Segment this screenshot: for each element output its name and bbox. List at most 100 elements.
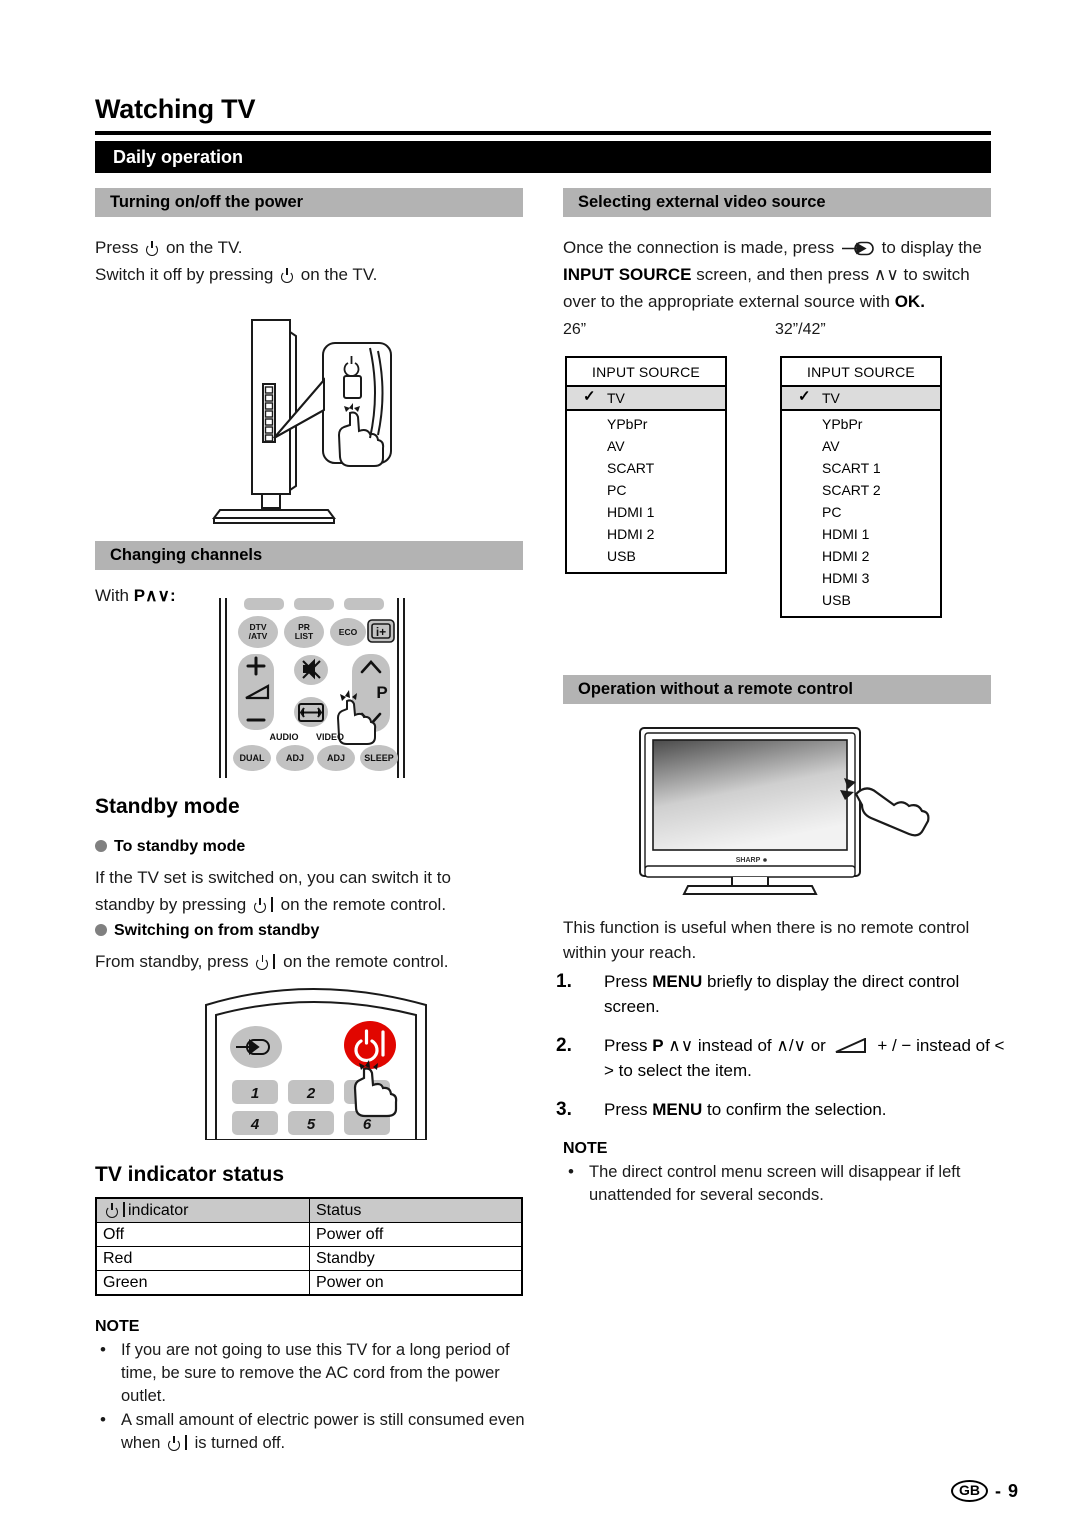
menu-item[interactable]: HDMI 3	[782, 567, 940, 589]
menu-item[interactable]: YPbPr	[567, 413, 725, 435]
svg-text:5: 5	[307, 1116, 316, 1133]
step-text-post: to select the item.	[618, 1061, 752, 1080]
input-source-menu-3242[interactable]: INPUT SOURCE ✓ TV YPbPr AV SCART 1 SCART …	[780, 356, 942, 618]
input-source-menu-title: INPUT SOURCE	[782, 358, 940, 387]
svg-text:2: 2	[306, 1085, 316, 1102]
indicator-value: Red	[95, 1246, 310, 1271]
svg-text:SHARP: SHARP	[736, 857, 761, 864]
power-icon	[105, 1202, 119, 1218]
bullet-dot-icon	[95, 840, 107, 852]
source-text-bold2: OK.	[894, 292, 925, 311]
step-text-pre: Press	[604, 972, 648, 991]
table-row: Green Power on	[95, 1270, 523, 1296]
menu-item-label: YPbPr	[607, 416, 648, 432]
input-source-menu-26[interactable]: INPUT SOURCE ✓ TV YPbPr AV SCART PC HDMI …	[565, 356, 727, 574]
menu-item[interactable]: HDMI 2	[782, 545, 940, 567]
menu-item[interactable]: SCART 2	[782, 479, 940, 501]
svg-text:1: 1	[251, 1085, 259, 1102]
check-icon: ✓	[798, 388, 811, 405]
remote-control-channel-illustration: DTV /ATV PR LIST ECO i+ P AUDIO VIDEO DU…	[212, 598, 412, 783]
power-line2-post: on the TV.	[300, 265, 378, 284]
title-rule	[95, 131, 991, 135]
menu-item[interactable]: PC	[567, 479, 725, 501]
menu-item[interactable]: AV	[567, 435, 725, 457]
power-icon	[253, 898, 267, 913]
svg-text:6: 6	[363, 1116, 372, 1133]
svg-text:ADJ: ADJ	[286, 753, 304, 763]
source-text-bold1: INPUT SOURCE	[563, 265, 692, 284]
menu-item-label: PC	[607, 482, 627, 498]
step-2: 2. Press P ∧∨ instead of ∧/∨ or + / − in…	[556, 1033, 1006, 1083]
menu-item[interactable]: AV	[782, 435, 940, 457]
source-text-part3: screen, and then press	[696, 265, 870, 284]
menu-size-label-26: 26”	[563, 321, 587, 338]
menu-item[interactable]: USB	[567, 545, 725, 572]
switching-on-standby-text: Switching on from standby	[114, 922, 320, 939]
step-number: 3.	[556, 1099, 572, 1120]
menu-item[interactable]: YPbPr	[782, 413, 940, 435]
step-text-post: to confirm the selection.	[707, 1100, 887, 1119]
table-header-row: indicator Status	[95, 1197, 523, 1223]
menu-item[interactable]: USB	[782, 589, 940, 616]
check-icon: ✓	[583, 388, 596, 405]
menu-item[interactable]: PC	[782, 501, 940, 523]
header-selecting-source: Selecting external video source	[563, 188, 991, 217]
menu-item[interactable]: HDMI 2	[567, 523, 725, 545]
note-item-pre: A small amount of electric power is stil…	[121, 1411, 525, 1452]
input-source-list-26: ✓ TV YPbPr AV SCART PC HDMI 1 HDMI 2 USB	[567, 387, 725, 572]
menu-item-label: USB	[607, 548, 636, 564]
header-selecting-source-label: Selecting external video source	[578, 193, 826, 211]
note-item: If you are not going to use this TV for …	[95, 1338, 525, 1408]
to-standby-mode-text: To standby mode	[114, 838, 246, 855]
no-remote-intro: This function is useful when there is no…	[563, 918, 970, 962]
remote-control-power-illustration: 1 2 4 5 6	[192, 975, 442, 1145]
step-mid3: instead of	[916, 1036, 990, 1055]
source-text-keys: ∧∨	[873, 265, 899, 284]
menu-item[interactable]: HDMI 1	[782, 523, 940, 545]
menu-item-tv-selected[interactable]: ✓ TV	[782, 387, 940, 411]
bullet-dot-icon	[95, 924, 107, 936]
svg-text:/ATV: /ATV	[249, 631, 268, 641]
svg-text:4: 4	[250, 1116, 260, 1133]
indicator-value: Green	[95, 1270, 310, 1296]
source-text-part1: Once the connection is made, press	[563, 238, 835, 257]
volume-icon	[835, 1036, 869, 1053]
note-list-right: The direct control menu screen will disa…	[563, 1160, 993, 1208]
switching-on-standby-body: From standby, press on the remote contro…	[95, 948, 515, 975]
section-band-label: Daily operation	[113, 147, 244, 167]
svg-text:i+: i+	[376, 625, 386, 639]
header-turning-power: Turning on/off the power	[95, 188, 523, 217]
power-line1-post: on the TV.	[165, 238, 243, 257]
menu-item[interactable]: SCART	[567, 457, 725, 479]
svg-text:VIDEO: VIDEO	[316, 732, 344, 742]
menu-item-label: HDMI 1	[822, 526, 870, 542]
power-icon	[255, 955, 269, 970]
page-number: 9	[1007, 1480, 1018, 1501]
menu-item-label: AV	[607, 438, 625, 454]
menu-item-label: HDMI 3	[822, 570, 870, 586]
header-operation-without-remote-label: Operation without a remote control	[578, 680, 854, 698]
column-header-status: Status	[309, 1197, 523, 1223]
switching-pre: From standby, press	[95, 952, 249, 971]
menu-item-label: SCART 2	[822, 482, 881, 498]
note-list-left: If you are not going to use this TV for …	[95, 1338, 525, 1456]
column-header-indicator: indicator	[95, 1197, 310, 1223]
bar-icon	[123, 1201, 125, 1217]
standby-mode-heading: Standby mode	[95, 795, 240, 818]
menu-item-tv-selected[interactable]: ✓ TV	[567, 387, 725, 411]
table-row: Off Power off	[95, 1222, 523, 1247]
to-standby-mode-body: If the TV set is switched on, you can sw…	[95, 864, 515, 918]
svg-text:LIST: LIST	[295, 631, 314, 641]
power-icon	[145, 241, 159, 256]
power-line2-pre: Switch it off by pressing	[95, 265, 274, 284]
step-keys-up-down: ∧∨	[668, 1036, 694, 1055]
to-standby-mode-label: To standby mode	[95, 838, 245, 856]
status-value: Power on	[309, 1270, 523, 1296]
menu-item[interactable]: HDMI 1	[567, 501, 725, 523]
menu-item[interactable]: SCART 1	[782, 457, 940, 479]
menu-item-label: PC	[822, 504, 842, 520]
menu-item-label: HDMI 2	[822, 548, 870, 564]
menu-item-label: HDMI 2	[607, 526, 655, 542]
turning-power-text: Press on the TV. Switch it off by pressi…	[95, 234, 525, 288]
header-changing-channels: Changing channels	[95, 541, 523, 570]
